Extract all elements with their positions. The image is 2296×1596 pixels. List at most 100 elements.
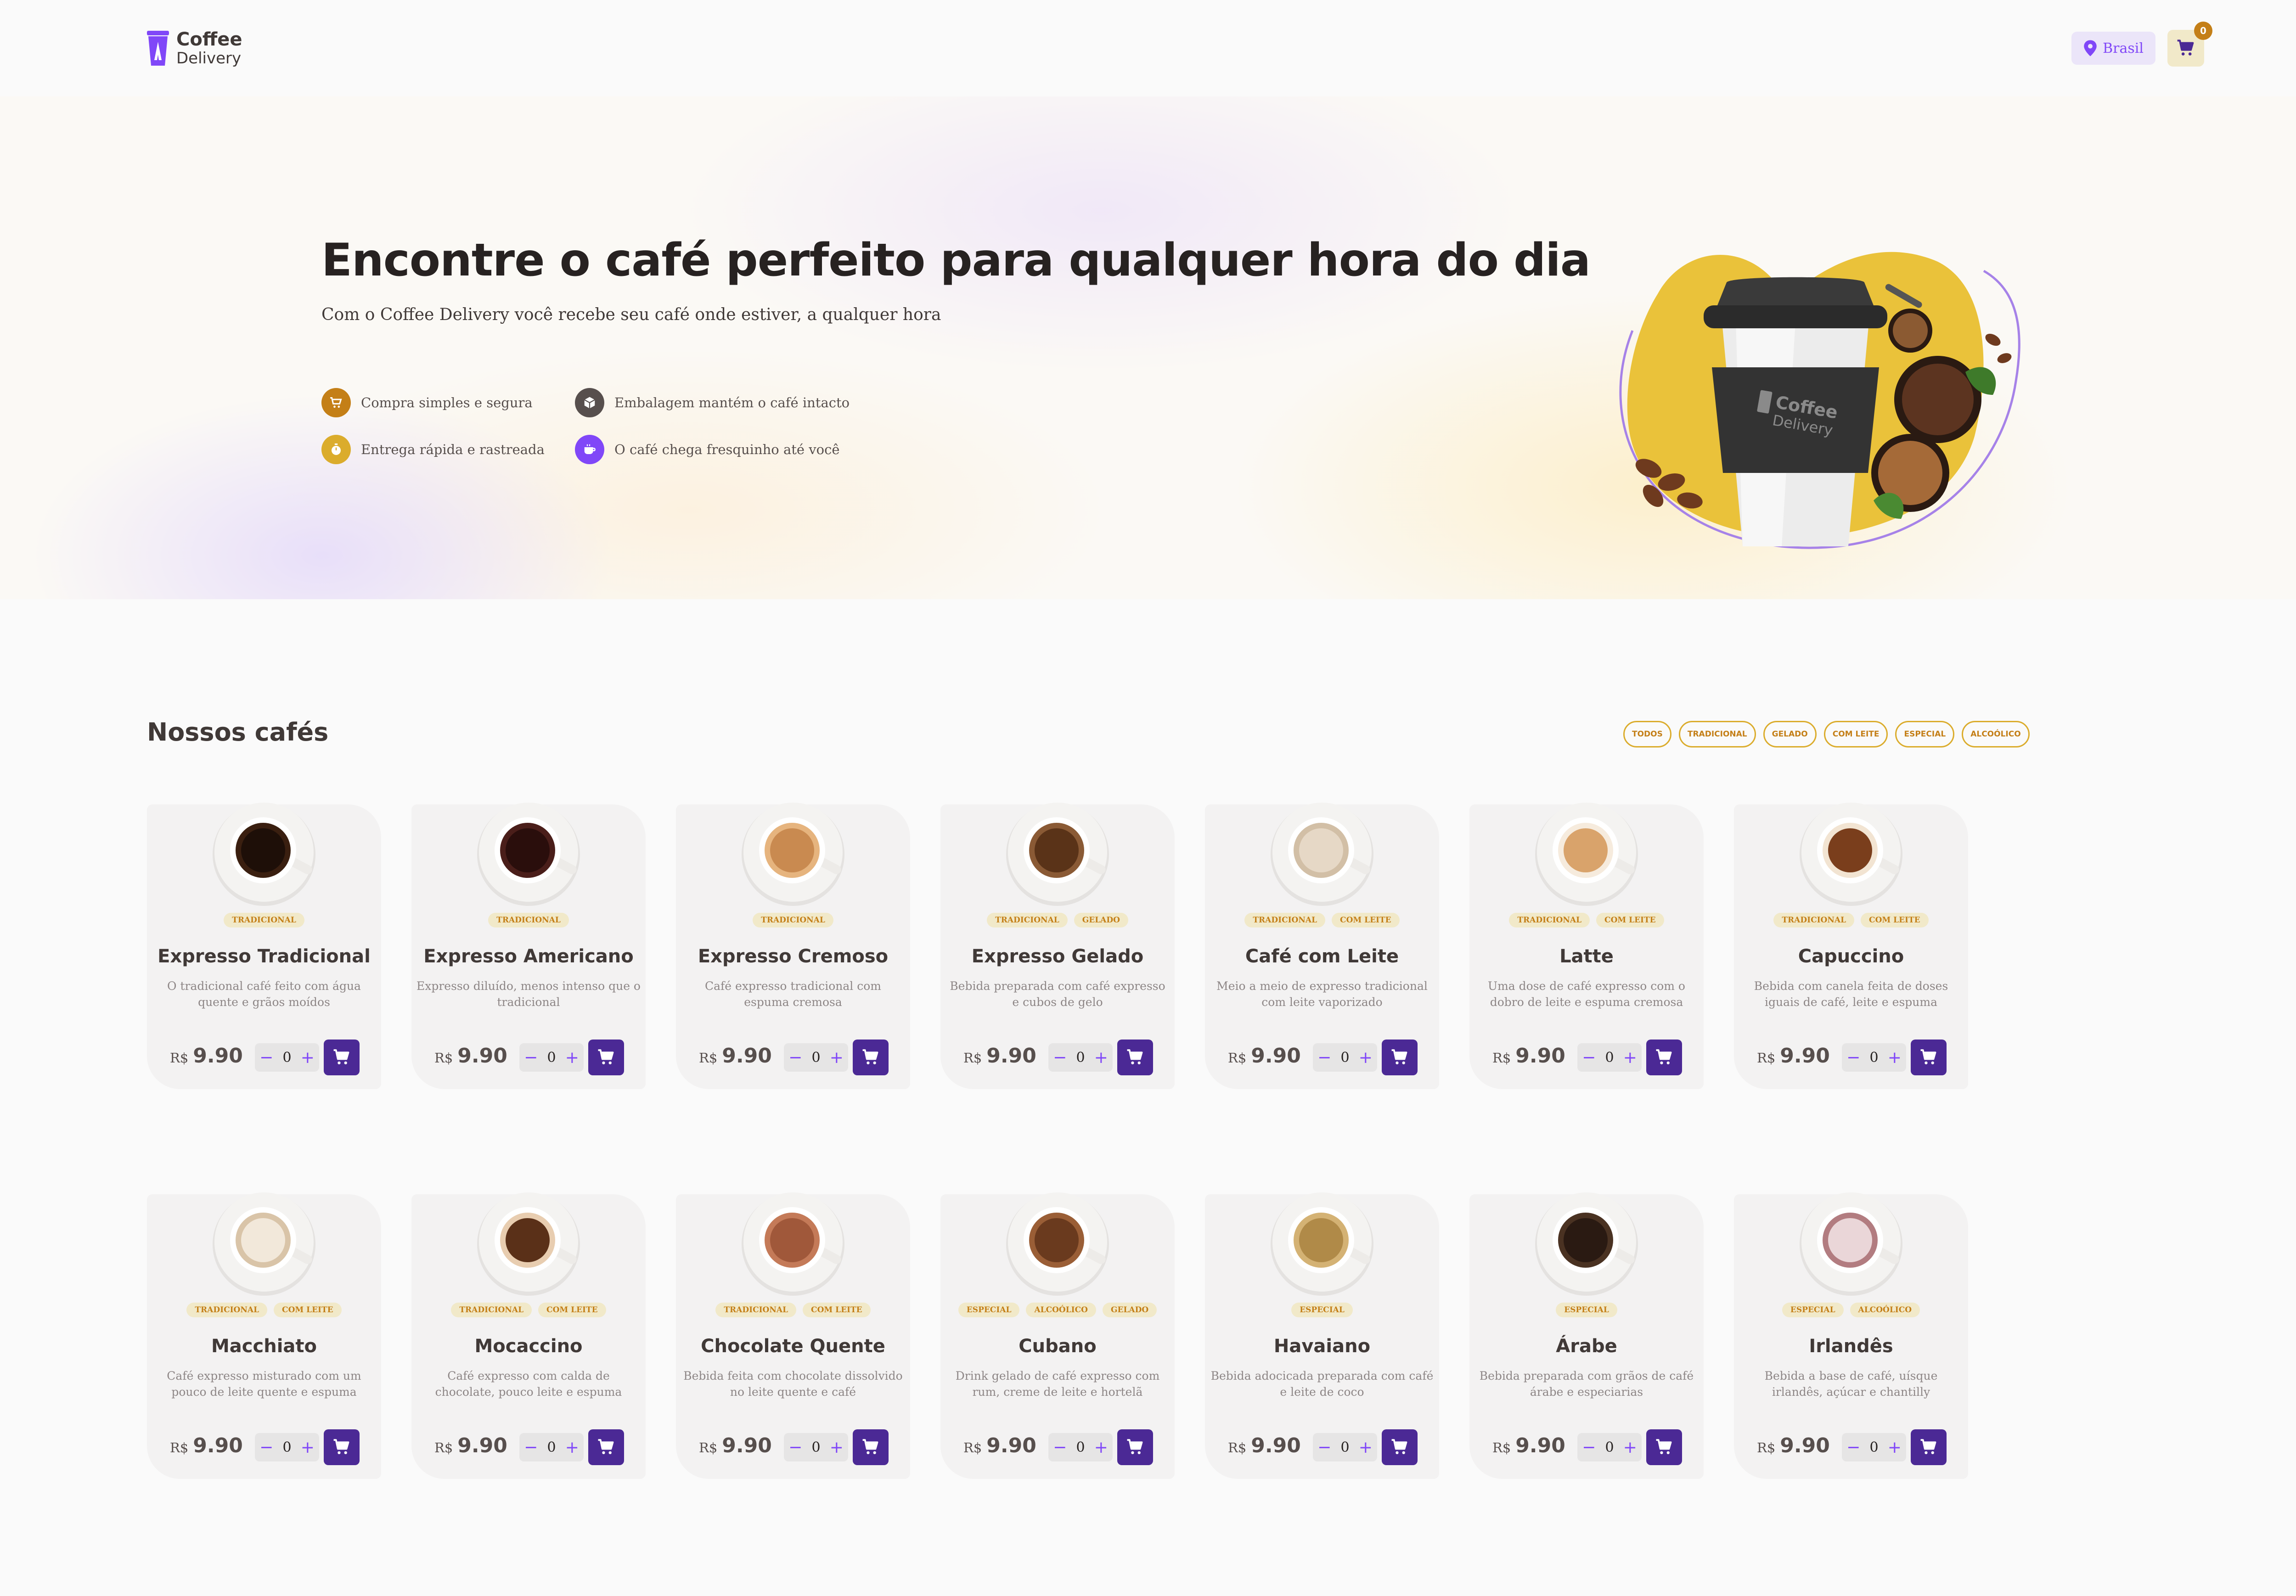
coffee-description: Meio a meio de expresso tradicional com … <box>1216 979 1428 1009</box>
plus-icon[interactable]: + <box>830 1438 844 1457</box>
coffee-name: Capuccino <box>1798 946 1904 967</box>
quantity-stepper: −0 + <box>255 1433 319 1461</box>
minus-icon[interactable]: − <box>524 1438 538 1457</box>
minus-icon[interactable]: − <box>259 1438 273 1457</box>
price-value: 9.90 <box>722 1044 772 1068</box>
coffee-name: Havaiano <box>1273 1336 1371 1357</box>
minus-icon[interactable]: − <box>524 1048 538 1067</box>
coffee-cup-image <box>1535 1192 1638 1296</box>
coffee-description: Bebida a base de café, uísque irlandês, … <box>1764 1369 1938 1399</box>
quantity-stepper: −0 + <box>1048 1043 1113 1072</box>
filter-com-leite[interactable]: COM LEITE <box>1823 721 1888 747</box>
logo-text-coffee: Coffee <box>176 29 242 50</box>
coffee-tag: GELADO <box>1102 1303 1157 1317</box>
add-to-cart-button[interactable] <box>588 1040 624 1075</box>
coffee-card: ESPECIAL ALCOÓLICO Irlandês Bebida a base d… <box>1734 1192 1968 1479</box>
add-to-cart-button[interactable] <box>1117 1040 1153 1075</box>
plus-icon[interactable]: + <box>1623 1438 1637 1457</box>
currency-label: R$ <box>963 1440 982 1456</box>
add-to-cart-button[interactable] <box>1117 1429 1153 1465</box>
minus-icon[interactable]: − <box>1846 1048 1860 1067</box>
quantity-stepper: −0 + <box>784 1433 848 1461</box>
filter-alcoolico[interactable]: ALCOÓLICO <box>1962 721 2030 747</box>
plus-icon[interactable]: + <box>1359 1438 1373 1457</box>
filter-especial[interactable]: ESPECIAL <box>1895 721 1955 747</box>
add-to-cart-button[interactable] <box>1382 1040 1418 1075</box>
coffee-tags: TRADICIONAL COM LEITE <box>676 1303 910 1317</box>
quantity-value: 0 <box>1869 1049 1879 1066</box>
plus-icon[interactable]: + <box>1888 1438 1902 1457</box>
price-value: 9.90 <box>1515 1044 1565 1068</box>
minus-icon[interactable]: − <box>788 1048 802 1067</box>
plus-icon[interactable]: + <box>301 1438 315 1457</box>
quantity-stepper: −0 + <box>1842 1043 1906 1072</box>
coffee-price: R$ 9.90 <box>434 1434 507 1457</box>
map-pin-icon <box>2084 40 2097 56</box>
plus-icon[interactable]: + <box>1888 1048 1902 1067</box>
coffee-cup-image <box>477 1192 580 1296</box>
coffee-card: TRADICIONAL COM LEITE Café com Leite Meio a… <box>1205 803 1439 1089</box>
minus-icon[interactable]: − <box>1317 1048 1331 1067</box>
minus-icon[interactable]: − <box>1846 1438 1860 1457</box>
coffee-price: R$ 9.90 <box>1228 1044 1301 1068</box>
coffee-price: R$ 9.90 <box>1757 1044 1830 1068</box>
plus-icon[interactable]: + <box>830 1048 844 1067</box>
minus-icon[interactable]: − <box>1053 1438 1067 1457</box>
filter-gelado[interactable]: GELADO <box>1763 721 1817 747</box>
currency-label: R$ <box>434 1440 453 1456</box>
add-to-cart-button[interactable] <box>324 1040 360 1075</box>
filter-todos[interactable]: TODOS <box>1623 721 1671 747</box>
add-to-cart-button[interactable] <box>1646 1040 1682 1075</box>
coffee-tags: TRADICIONAL GELADO <box>940 913 1175 927</box>
quantity-value: 0 <box>282 1049 292 1066</box>
price-value: 9.90 <box>193 1044 243 1068</box>
coffee-description: Café expresso tradicional com espuma cre… <box>705 979 881 1009</box>
plus-icon[interactable]: + <box>1094 1048 1108 1067</box>
filter-tradicional[interactable]: TRADICIONAL <box>1678 721 1756 747</box>
quantity-value: 0 <box>547 1439 556 1456</box>
add-to-cart-button[interactable] <box>588 1429 624 1465</box>
currency-label: R$ <box>1492 1440 1511 1456</box>
minus-icon[interactable]: − <box>1317 1438 1331 1457</box>
add-to-cart-button[interactable] <box>853 1040 889 1075</box>
add-to-cart-button[interactable] <box>1646 1429 1682 1465</box>
add-to-cart-button[interactable] <box>1911 1429 1947 1465</box>
currency-label: R$ <box>434 1050 453 1066</box>
coffee-card: TRADICIONAL COM LEITE Capuccino Bebida com … <box>1734 803 1968 1089</box>
coffee-tags: ESPECIAL <box>1469 1303 1704 1317</box>
location-button[interactable]: Brasil <box>2071 32 2155 65</box>
coffee-tags: TRADICIONAL COM LEITE <box>1469 913 1704 927</box>
coffee-tag: GELADO <box>1074 913 1128 927</box>
cart-icon <box>1127 1049 1143 1065</box>
plus-icon[interactable]: + <box>1094 1438 1108 1457</box>
coffee-card: TRADICIONAL COM LEITE Macchiato Café expres… <box>147 1192 381 1479</box>
logo[interactable]: Coffee Delivery <box>147 29 242 67</box>
coffee-card: ESPECIAL ALCOÓLICO GELADO Cubano Drink gelad… <box>940 1192 1175 1479</box>
minus-icon[interactable]: − <box>1582 1048 1596 1067</box>
minus-icon[interactable]: − <box>1582 1438 1596 1457</box>
price-value: 9.90 <box>1780 1044 1830 1068</box>
coffee-name: Árabe <box>1556 1336 1617 1357</box>
coffee-cup-image <box>1271 1192 1373 1296</box>
plus-icon[interactable]: + <box>301 1048 315 1067</box>
plus-icon[interactable]: + <box>565 1438 579 1457</box>
add-to-cart-button[interactable] <box>324 1429 360 1465</box>
add-to-cart-button[interactable] <box>853 1429 889 1465</box>
minus-icon[interactable]: − <box>1053 1048 1067 1067</box>
quantity-stepper: −0 + <box>1842 1433 1906 1461</box>
minus-icon[interactable]: − <box>259 1048 273 1067</box>
minus-icon[interactable]: − <box>788 1438 802 1457</box>
coffee-card: TRADICIONAL COM LEITE Latte Uma dose de caf… <box>1469 803 1704 1089</box>
quantity-stepper: −0 + <box>255 1043 319 1072</box>
coffee-card: TRADICIONAL COM LEITE Chocolate Quente Bebi… <box>676 1192 910 1479</box>
logo-cup-icon <box>147 31 169 66</box>
coffee-name: Cubano <box>1019 1336 1097 1357</box>
plus-icon[interactable]: + <box>1623 1048 1637 1067</box>
cart-button[interactable]: 0 <box>2167 22 2212 67</box>
coffee-tag: COM LEITE <box>1332 913 1400 927</box>
quantity-value: 0 <box>1076 1439 1085 1456</box>
plus-icon[interactable]: + <box>1359 1048 1373 1067</box>
plus-icon[interactable]: + <box>565 1048 579 1067</box>
add-to-cart-button[interactable] <box>1382 1429 1418 1465</box>
add-to-cart-button[interactable] <box>1911 1040 1947 1075</box>
